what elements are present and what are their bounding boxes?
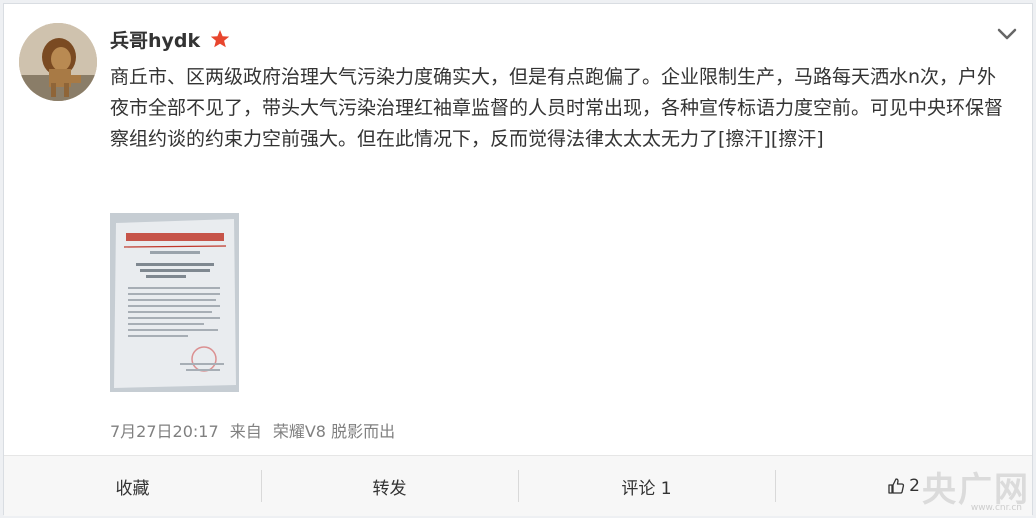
comment-button[interactable]: 评论 1	[518, 456, 775, 516]
author-name[interactable]: 兵哥hydk	[110, 26, 200, 53]
post-image-thumbnail[interactable]	[110, 213, 239, 392]
red-star-icon	[210, 30, 230, 48]
post-source[interactable]: 荣耀V8 脱影而出	[273, 422, 395, 441]
like-count: 2	[909, 476, 920, 496]
document-photo	[110, 213, 239, 392]
post-timestamp[interactable]: 7月27日20:17	[110, 422, 219, 441]
comment-label: 评论 1	[621, 478, 672, 499]
favorite-label: 收藏	[115, 478, 150, 499]
lion-avatar-image	[19, 23, 97, 101]
post-meta: 7月27日20:17 来自 荣耀V8 脱影而出	[110, 418, 401, 442]
source-prefix: 来自	[229, 422, 262, 441]
repost-label: 转发	[372, 478, 407, 499]
author-avatar[interactable]	[19, 23, 97, 101]
post-text: 商丘市、区两级政府治理大气污染力度确实大，但是有点跑偏了。企业限制生产，马路每天…	[110, 66, 1004, 150]
post-action-bar: 收藏 转发 评论 1 2	[4, 455, 1032, 516]
repost-button[interactable]: 转发	[261, 456, 518, 516]
favorite-button[interactable]: 收藏	[4, 456, 261, 516]
chevron-down-icon[interactable]	[996, 26, 1018, 42]
thumbs-up-icon	[888, 478, 905, 494]
author-row: 兵哥hydk	[110, 26, 230, 52]
weibo-post-card: 兵哥hydk 商丘市、区两级政府治理大气污染力度确实大，但是有点跑偏了。企业限制…	[3, 3, 1033, 516]
cnr-watermark-url: www.cnr.cn	[970, 503, 1022, 513]
